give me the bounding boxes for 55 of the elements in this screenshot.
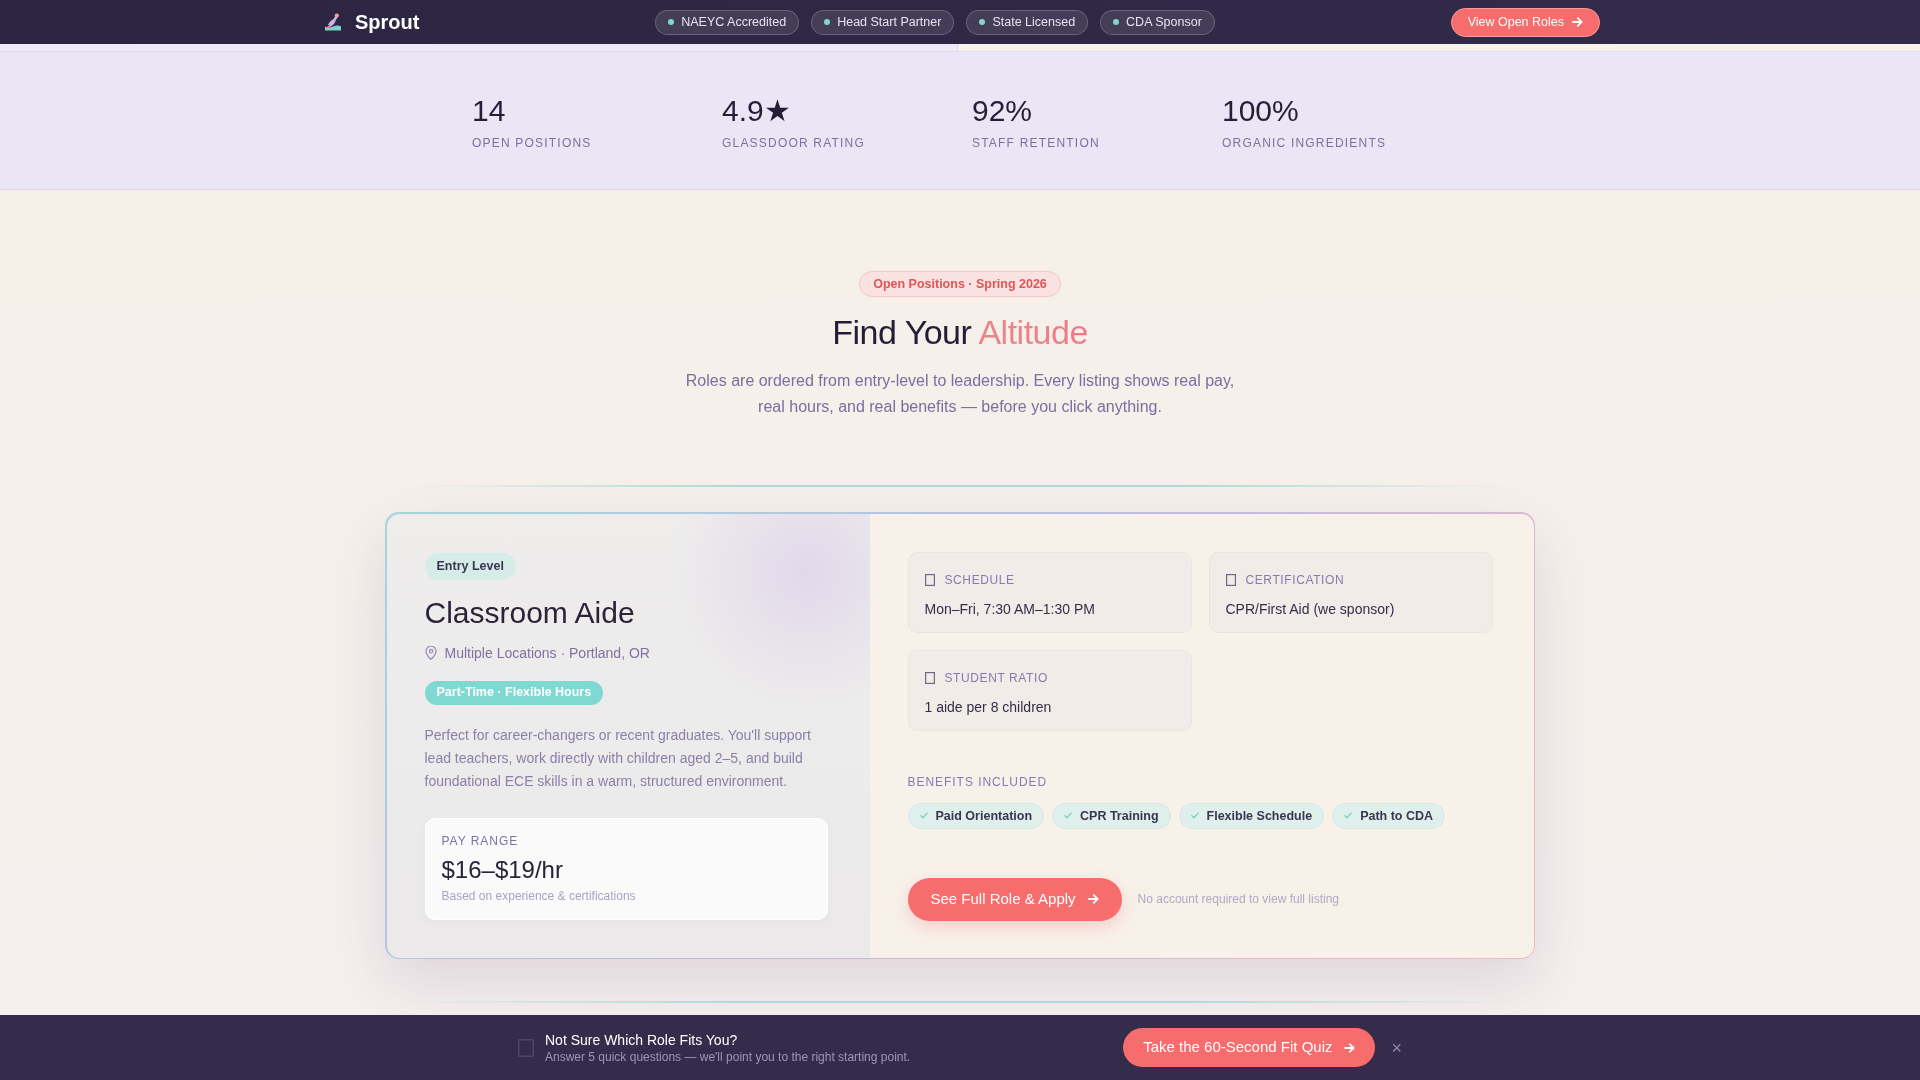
- stat-label: OPEN POSITIONS: [472, 136, 593, 150]
- hours-badge: Part-Time · Flexible Hours: [424, 680, 604, 705]
- square-icon: [518, 1038, 534, 1057]
- check-icon: [1190, 812, 1199, 819]
- detail-value: 1 aide per 8 children: [924, 697, 1053, 716]
- apply-note: No account required to view full listing: [1137, 891, 1339, 908]
- climbing-figure-icon: [324, 13, 342, 31]
- stat-label: GLASSDOOR RATING: [722, 136, 866, 150]
- stat-value: 100%: [1222, 93, 1300, 129]
- section-heading: Find Your Altitude: [832, 312, 1088, 352]
- stat-value: 14: [472, 93, 507, 129]
- view-open-roles-button[interactable]: View Open Roles: [1450, 7, 1600, 37]
- role-title: Classroom Aide: [424, 594, 635, 631]
- pay-range-label: PAY RANGE: [441, 833, 520, 848]
- arrow-right-icon: [1572, 17, 1583, 27]
- fit-quiz-button[interactable]: Take the 60-Second Fit Quiz: [1123, 1028, 1376, 1067]
- arrow-right-icon: [1087, 894, 1099, 904]
- check-icon: [1064, 812, 1073, 819]
- role-description: Perfect for career-changers or recent graduates. You'll support lead teachers, work directly with children aged 2–5, and build foundational ECE skills in a warm, structured environment.: [424, 725, 812, 791]
- quiz-prompt-subtitle: Answer 5 quick questions — we'll point you to the right starting point.: [545, 1048, 911, 1065]
- stat-label: STAFF RETENTION: [972, 136, 1101, 150]
- badge-label: CDA Sponsor: [1126, 14, 1202, 30]
- stat-value: 4.9★: [722, 93, 792, 129]
- role-location: Multiple Locations · Portland, OR: [444, 643, 650, 663]
- detail-label: CERTIFICATION: [1245, 572, 1345, 587]
- arrow-right-icon: [1344, 1042, 1356, 1053]
- stat-value: 92%: [972, 93, 1034, 129]
- benefit-label: Flexible Schedule: [1206, 807, 1313, 824]
- badge-label: Head Start Partner: [837, 14, 942, 30]
- apply-button[interactable]: See Full Role & Apply: [907, 877, 1122, 921]
- close-button[interactable]: ×: [1391, 1037, 1402, 1058]
- location-pin-icon: [424, 645, 437, 660]
- check-icon: [1344, 812, 1353, 819]
- detail-value: Mon–Fri, 7:30 AM–1:30 PM: [924, 599, 1096, 618]
- check-icon: [919, 812, 928, 819]
- detail-label: STUDENT RATIO: [944, 670, 1048, 685]
- benefit-label: CPR Training: [1080, 807, 1159, 824]
- badge-label: State Licensed: [992, 14, 1076, 30]
- benefits-heading: BENEFITS INCLUDED: [907, 774, 1048, 789]
- pay-range-value: $16–$19/hr: [441, 854, 564, 885]
- detail-value: CPR/First Aid (we sponsor): [1225, 599, 1396, 618]
- stat-label: ORGANIC INGREDIENTS: [1222, 136, 1388, 150]
- square-icon: [924, 671, 935, 684]
- section-description: Roles are ordered from entry-level to leadership. Every listing shows real pay, real hours, and real benefits — before you click anything.: [684, 371, 1236, 417]
- quiz-prompt-title: Not Sure Which Role Fits You?: [545, 1030, 739, 1049]
- square-icon: [924, 573, 935, 586]
- brand-name[interactable]: Sprout: [355, 10, 420, 34]
- detail-label: SCHEDULE: [944, 572, 1015, 587]
- benefit-label: Paid Orientation: [935, 807, 1033, 824]
- level-badge: Entry Level: [424, 552, 516, 580]
- section-eyebrow-badge: Open Positions · Spring 2026: [859, 271, 1061, 297]
- pay-range-note: Based on experience & certifications: [441, 887, 637, 904]
- badge-label: NAEYC Accredited: [681, 14, 787, 30]
- square-icon: [1225, 573, 1236, 586]
- benefit-label: Path to CDA: [1360, 807, 1434, 824]
